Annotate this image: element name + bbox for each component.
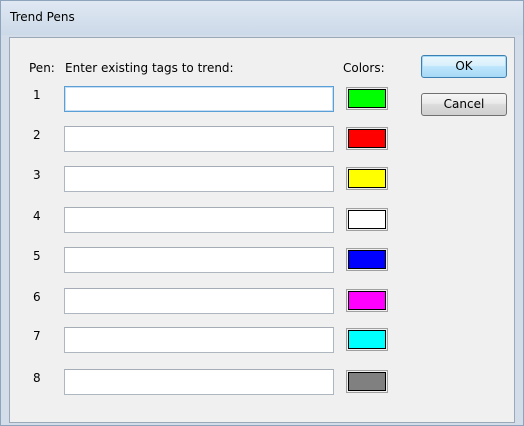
pen-number-label: 7 — [33, 329, 41, 343]
pen-number-label: 2 — [33, 128, 41, 142]
pen-color-swatch-1[interactable] — [348, 89, 386, 108]
ok-button[interactable]: OK — [421, 55, 507, 78]
pen-tag-input-2[interactable] — [64, 126, 334, 152]
pen-color-swatch-5[interactable] — [348, 250, 386, 269]
pen-number-label: 3 — [33, 168, 41, 182]
title-bar[interactable]: Trend Pens — [1, 1, 523, 35]
pen-number-label: 6 — [33, 290, 41, 304]
colors-header-label: Colors: — [343, 61, 385, 75]
pen-tag-input-5[interactable] — [64, 247, 334, 273]
pen-color-swatch-4[interactable] — [348, 210, 386, 229]
pen-tag-input-8[interactable] — [64, 369, 334, 395]
pen-tag-input-7[interactable] — [64, 327, 334, 353]
trend-pens-dialog: Trend Pens Pen: Enter existing tags to t… — [0, 0, 524, 426]
pen-number-label: 1 — [33, 88, 41, 102]
pen-tag-input-6[interactable] — [64, 288, 334, 314]
pen-number-label: 8 — [33, 371, 41, 385]
pen-color-swatch-6[interactable] — [348, 291, 386, 310]
instruction-label: Enter existing tags to trend: — [65, 61, 234, 75]
pen-number-label: 5 — [33, 249, 41, 263]
pen-tag-input-1[interactable] — [64, 86, 334, 112]
dialog-body: Pen: Enter existing tags to trend: Color… — [9, 37, 515, 423]
cancel-button[interactable]: Cancel — [421, 93, 507, 116]
pen-color-swatch-8[interactable] — [348, 372, 386, 391]
pen-tag-input-3[interactable] — [64, 166, 334, 192]
pen-tag-input-4[interactable] — [64, 207, 334, 233]
pen-header-label: Pen: — [29, 61, 55, 75]
pen-color-swatch-3[interactable] — [348, 169, 386, 188]
pen-color-swatch-7[interactable] — [348, 330, 386, 349]
pen-color-swatch-2[interactable] — [348, 129, 386, 148]
window-title: Trend Pens — [10, 10, 75, 24]
pen-number-label: 4 — [33, 209, 41, 223]
